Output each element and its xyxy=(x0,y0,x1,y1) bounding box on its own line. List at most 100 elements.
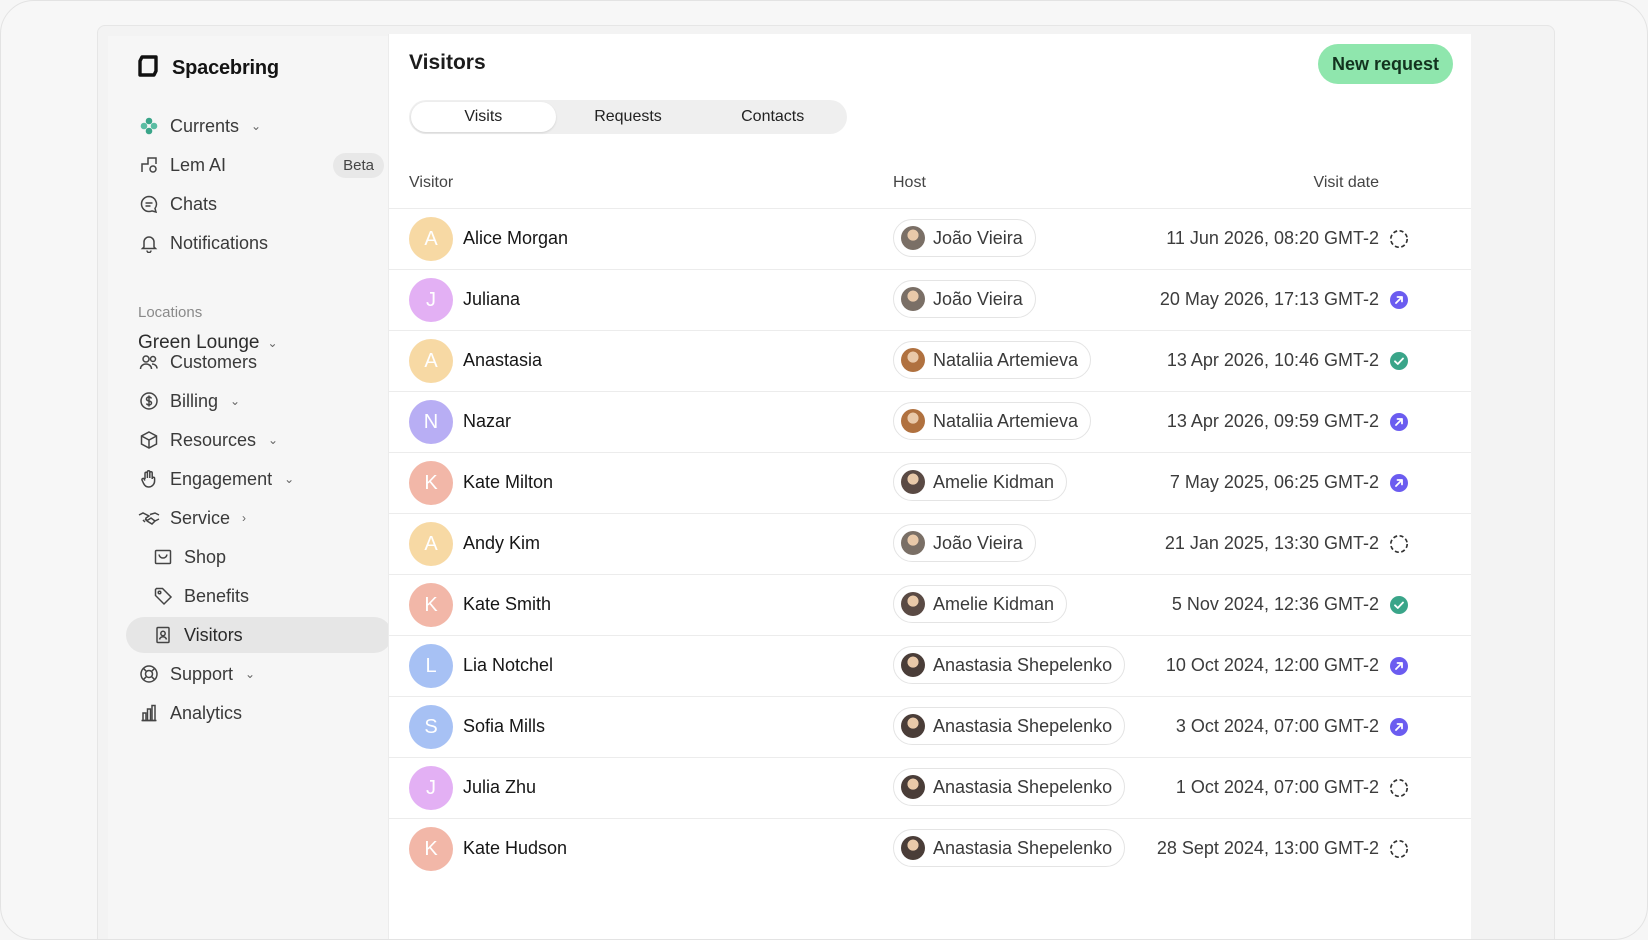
sidebar-item-label: Benefits xyxy=(184,585,250,606)
status-pending-icon[interactable] xyxy=(1389,229,1409,249)
status-done-icon[interactable] xyxy=(1389,595,1409,615)
visitor-avatar: A xyxy=(409,217,453,261)
sidebar-item-chats[interactable]: Chats xyxy=(126,186,392,222)
host-chip[interactable]: Anastasia Shepelenko xyxy=(893,646,1126,684)
sidebar-item-billing[interactable]: Billing ⌄ xyxy=(126,383,392,419)
visitor-avatar: A xyxy=(409,522,453,566)
status-arrow-icon[interactable] xyxy=(1389,717,1409,737)
status-arrow-icon[interactable] xyxy=(1389,473,1409,493)
visit-date: 21 Jan 2025, 13:30 GMT-2 xyxy=(1164,533,1379,553)
host-chip[interactable]: Amelie Kidman xyxy=(893,585,1068,623)
sidebar-item-resources[interactable]: Resources ⌄ xyxy=(126,422,392,458)
table-row[interactable]: K Kate Hudson Anastasia Shepelenko 28 Sept … xyxy=(389,818,1471,879)
status-done-icon[interactable] xyxy=(1389,351,1409,371)
sidebar-item-service[interactable]: Service › xyxy=(126,500,392,536)
visitor-name[interactable]: Alice Morgan xyxy=(463,228,568,249)
sidebar-item-support[interactable]: Support ⌄ xyxy=(126,656,392,692)
host-avatar xyxy=(901,470,925,494)
visitor-name[interactable]: Nazar xyxy=(463,411,511,432)
host-chip[interactable]: Nataliia Artemieva xyxy=(893,341,1092,379)
visitor-name[interactable]: Kate Smith xyxy=(463,594,551,615)
sidebar-item-shop[interactable]: Shop xyxy=(126,539,392,575)
dollar-icon xyxy=(138,390,160,412)
column-header-visit-date[interactable]: Visit date xyxy=(1313,174,1379,192)
table-row[interactable]: N Nazar Nataliia Artemieva 13 Apr 2026, 09:… xyxy=(389,391,1471,452)
column-header-host[interactable]: Host xyxy=(893,174,926,192)
status-arrow-icon[interactable] xyxy=(1389,412,1409,432)
table-row[interactable]: A Anastasia Nataliia Artemieva 13 Apr 2026,… xyxy=(389,330,1471,391)
host-name: Amelie Kidman xyxy=(933,593,1055,614)
bell-icon xyxy=(138,232,160,254)
avatar-initial: K xyxy=(424,593,438,616)
column-header-visitor[interactable]: Visitor xyxy=(409,174,453,192)
host-chip[interactable]: Anastasia Shepelenko xyxy=(893,829,1126,867)
host-chip[interactable]: Amelie Kidman xyxy=(893,463,1068,501)
table-row[interactable]: A Andy Kim João Vieira 21 Jan 2025, 13:30 G… xyxy=(389,513,1471,574)
sidebar-item-label: Visitors xyxy=(184,624,243,645)
host-avatar xyxy=(901,836,925,860)
chevron-down-icon: ⌄ xyxy=(284,472,295,486)
bar-chart-icon xyxy=(138,702,160,724)
brand[interactable]: Spacebring xyxy=(136,54,279,83)
visitor-name[interactable]: Sofia Mills xyxy=(463,716,545,737)
status-pending-icon[interactable] xyxy=(1389,778,1409,798)
table-row[interactable]: J Juliana João Vieira 20 May 2026, 17:13 GM… xyxy=(389,269,1471,330)
table-row[interactable]: A Alice Morgan João Vieira 11 Jun 2026, 08:… xyxy=(389,208,1471,269)
host-name: Anastasia Shepelenko xyxy=(933,776,1113,797)
host-avatar xyxy=(901,714,925,738)
host-chip[interactable]: Anastasia Shepelenko xyxy=(893,768,1126,806)
chevron-down-icon: ⌄ xyxy=(268,433,279,447)
host-chip[interactable]: João Vieira xyxy=(893,280,1036,318)
avatar-initial: L xyxy=(425,654,437,677)
host-chip[interactable]: Nataliia Artemieva xyxy=(893,402,1092,440)
shop-icon xyxy=(152,546,174,568)
tab-visits[interactable]: Visits xyxy=(411,102,556,132)
visitor-avatar: S xyxy=(409,705,453,749)
table-row[interactable]: K Kate Milton Amelie Kidman 7 May 2025, 06:… xyxy=(389,452,1471,513)
host-chip[interactable]: João Vieira xyxy=(893,219,1036,257)
sidebar-item-label: Currents xyxy=(170,115,240,136)
sidebar-item-engagement[interactable]: Engagement ⌄ xyxy=(126,461,392,497)
tab-requests[interactable]: Requests xyxy=(556,102,701,132)
tab-contacts[interactable]: Contacts xyxy=(700,102,845,132)
status-pending-icon[interactable] xyxy=(1389,839,1409,859)
sidebar-item-notifications[interactable]: Notifications xyxy=(126,225,392,261)
cube-icon xyxy=(138,429,160,451)
status-arrow-icon[interactable] xyxy=(1389,656,1409,676)
visit-date: 7 May 2025, 06:25 GMT-2 xyxy=(1169,472,1379,492)
visitor-name[interactable]: Julia Zhu xyxy=(463,777,536,798)
host-chip[interactable]: João Vieira xyxy=(893,524,1036,562)
sidebar-item-benefits[interactable]: Benefits xyxy=(126,578,392,614)
table-row[interactable]: S Sofia Mills Anastasia Shepelenko 3 Oct 20… xyxy=(389,696,1471,757)
host-avatar xyxy=(901,409,925,433)
sidebar-item-currents[interactable]: Currents ⌄ xyxy=(126,108,392,144)
currents-icon xyxy=(138,115,160,137)
visitor-name[interactable]: Juliana xyxy=(463,289,520,310)
status-arrow-icon[interactable] xyxy=(1389,290,1409,310)
host-name: Nataliia Artemieva xyxy=(933,349,1079,370)
visitor-name[interactable]: Anastasia xyxy=(463,350,542,371)
new-request-button[interactable]: New request xyxy=(1317,44,1453,84)
sidebar-item-lem-ai[interactable]: Lem AI Beta xyxy=(126,147,392,183)
table-row[interactable]: K Kate Smith Amelie Kidman 5 Nov 2024, 12:3… xyxy=(389,574,1471,635)
sidebar-item-analytics[interactable]: Analytics xyxy=(126,695,392,731)
avatar-initial: S xyxy=(424,715,438,738)
sidebar-item-label: Service xyxy=(170,507,231,528)
chevron-right-icon: › xyxy=(242,511,247,525)
table-row[interactable]: J Julia Zhu Anastasia Shepelenko 1 Oct 2024… xyxy=(389,757,1471,818)
visitor-name[interactable]: Andy Kim xyxy=(463,533,540,554)
visitor-name[interactable]: Lia Notchel xyxy=(463,655,553,676)
visitor-name[interactable]: Kate Hudson xyxy=(463,838,567,859)
host-name: Anastasia Shepelenko xyxy=(933,837,1113,858)
spacebring-logo-icon xyxy=(136,54,160,83)
status-pending-icon[interactable] xyxy=(1389,534,1409,554)
visitor-name[interactable]: Kate Milton xyxy=(463,472,553,493)
sidebar-item-customers[interactable]: Customers xyxy=(126,344,392,380)
tab-bar: Visits Requests Contacts xyxy=(409,100,847,134)
lem-ai-icon xyxy=(138,154,160,176)
sidebar-item-visitors[interactable]: Visitors xyxy=(126,617,392,653)
host-name: João Vieira xyxy=(933,288,1023,309)
chat-icon xyxy=(138,193,160,215)
table-row[interactable]: L Lia Notchel Anastasia Shepelenko 10 Oct 2… xyxy=(389,635,1471,696)
host-chip[interactable]: Anastasia Shepelenko xyxy=(893,707,1126,745)
